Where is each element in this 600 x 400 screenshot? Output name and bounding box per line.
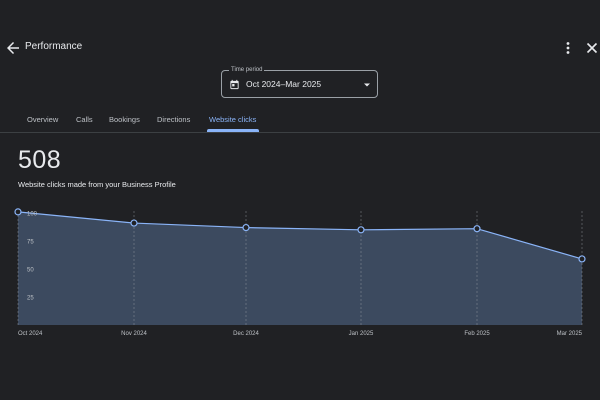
x-tick-label: Mar 2025: [557, 331, 583, 337]
x-tick-label: Feb 2025: [464, 331, 490, 337]
tab-bookings[interactable]: Bookings: [109, 115, 140, 124]
y-tick-label: 75: [27, 240, 34, 246]
metric-description: Website clicks made from your Business P…: [18, 180, 176, 189]
chart-point: [473, 225, 481, 233]
chart-point: [578, 255, 586, 263]
website-clicks-chart: 100 75 50 25 Oct 2024 Nov 2024 Dec 2024 Jan 202…: [14, 208, 586, 337]
time-period-select[interactable]: Time period Oct 2024–Mar 2025: [221, 66, 378, 98]
tab-directions[interactable]: Directions: [157, 115, 190, 124]
y-tick-label: 25: [27, 296, 34, 302]
x-tick-label: Oct 2024: [18, 331, 43, 337]
metric-value: 508: [18, 146, 62, 174]
x-tick-label: Nov 2024: [121, 331, 147, 337]
chart-point: [130, 219, 138, 227]
arrow-back-icon[interactable]: [4, 39, 22, 57]
page-title: Performance: [25, 41, 83, 52]
close-icon[interactable]: [584, 40, 600, 56]
x-tick-label: Jan 2025: [349, 331, 374, 337]
more-vert-icon[interactable]: [562, 40, 574, 56]
calendar-icon: [230, 79, 239, 90]
x-tick-label: Dec 2024: [233, 331, 259, 337]
time-period-value: Oct 2024–Mar 2025: [246, 79, 322, 89]
tab-overview[interactable]: Overview: [27, 115, 58, 124]
y-tick-label: 100: [27, 212, 38, 218]
chart-point: [357, 226, 365, 234]
tab-website-clicks[interactable]: Website clicks: [209, 115, 256, 124]
tab-bar: Overview Calls Bookings Directions Websi…: [0, 110, 600, 133]
tab-calls[interactable]: Calls: [76, 115, 93, 124]
dropdown-arrow-icon: [364, 83, 370, 87]
time-period-label: Time period: [229, 66, 265, 74]
chart-point: [242, 223, 250, 232]
chart-point: [14, 208, 22, 216]
active-tab-indicator: [207, 129, 259, 132]
y-tick-label: 50: [27, 268, 34, 274]
